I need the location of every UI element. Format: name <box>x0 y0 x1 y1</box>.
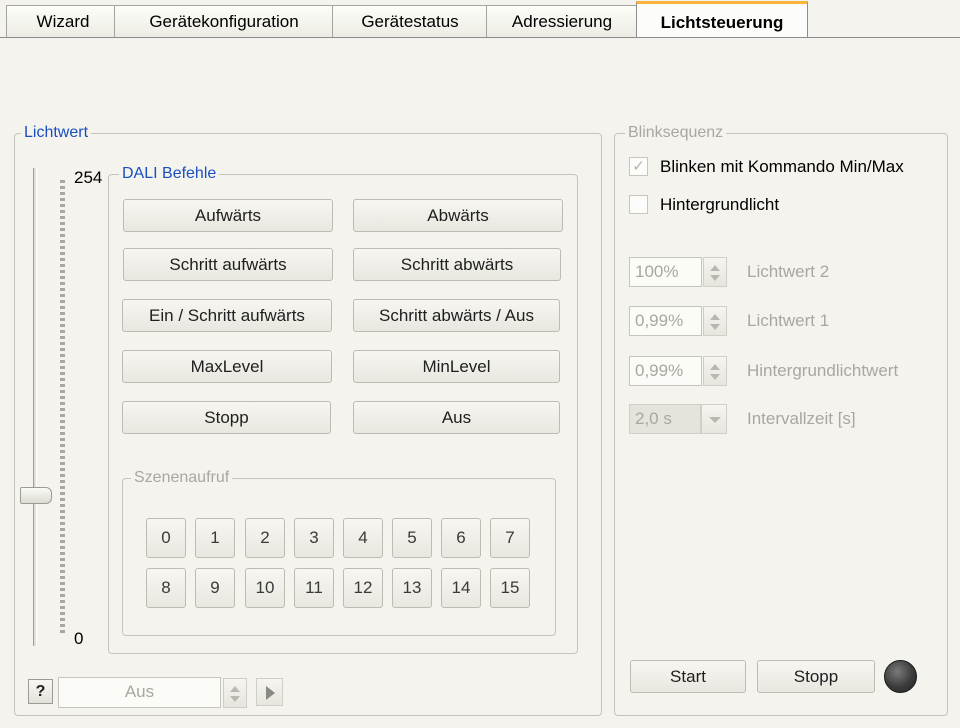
schritt-abwaerts-button[interactable]: Schritt abwärts <box>353 248 561 281</box>
status-led <box>884 660 917 693</box>
szenenaufruf-legend: Szenenaufruf <box>131 468 233 488</box>
hintergrundlichtwert-label: Hintergrundlichtwert <box>747 361 899 380</box>
scene-12-button[interactable]: 12 <box>343 568 383 608</box>
schritt-aufwaerts-button[interactable]: Schritt aufwärts <box>123 248 333 281</box>
lichtwert-legend: Lichtwert <box>21 123 92 143</box>
tab-geraetekonfiguration[interactable]: Gerätekonfiguration <box>114 5 334 38</box>
abwaerts-button[interactable]: Abwärts <box>353 199 563 232</box>
help-button[interactable]: ? <box>28 679 53 704</box>
tab-geraetestatus[interactable]: Gerätestatus <box>332 5 488 38</box>
lichtwert1-spin[interactable] <box>703 306 727 336</box>
dali-befehle-legend: DALI Befehle <box>119 164 220 184</box>
scene-6-button[interactable]: 6 <box>441 518 481 558</box>
stopp-button[interactable]: Stopp <box>122 401 331 434</box>
scene-7-button[interactable]: 7 <box>490 518 530 558</box>
hintergrundlichtwert-field[interactable]: 0,99% <box>629 356 702 386</box>
ein-schritt-aufwaerts-button[interactable]: Ein / Schritt aufwärts <box>122 299 332 332</box>
intervallzeit-select[interactable]: 2,0 s <box>629 404 701 434</box>
blinken-checkbox[interactable]: ✓ <box>629 157 648 176</box>
spin-down-icon <box>710 275 720 281</box>
aufwaerts-button[interactable]: Aufwärts <box>123 199 333 232</box>
intervallzeit-label: Intervallzeit [s] <box>747 409 856 428</box>
hintergrundlicht-label: Hintergrundlicht <box>660 195 780 214</box>
start-button[interactable]: Start <box>630 660 746 693</box>
spin-down-icon <box>230 696 240 702</box>
spin-up-icon <box>710 364 720 370</box>
lichtwert1-field[interactable]: 0,99% <box>629 306 702 336</box>
slider-min-label: 0 <box>74 629 84 648</box>
lichtwert-slider-thumb[interactable] <box>20 487 52 504</box>
spin-up-icon <box>710 314 720 320</box>
scene-10-button[interactable]: 10 <box>245 568 285 608</box>
lichtwert2-spin[interactable] <box>703 257 727 287</box>
spin-down-icon <box>710 374 720 380</box>
tab-adressierung[interactable]: Adressierung <box>486 5 638 38</box>
scene-2-button[interactable]: 2 <box>245 518 285 558</box>
scene-3-button[interactable]: 3 <box>294 518 334 558</box>
intervallzeit-dropdown-button[interactable] <box>701 404 727 434</box>
scene-13-button[interactable]: 13 <box>392 568 432 608</box>
aus-button[interactable]: Aus <box>353 401 560 434</box>
checkmark-icon: ✓ <box>632 158 645 175</box>
chevron-down-icon <box>709 417 721 423</box>
tab-bar: Wizard Gerätekonfiguration Gerätestatus … <box>0 0 960 38</box>
scene-5-button[interactable]: 5 <box>392 518 432 558</box>
play-icon <box>266 686 275 700</box>
tab-divider <box>0 37 960 38</box>
scene-8-button[interactable]: 8 <box>146 568 186 608</box>
spin-up-icon <box>710 265 720 271</box>
play-button[interactable] <box>256 678 283 706</box>
lichtwert-slider-track[interactable] <box>33 168 37 646</box>
lichtwert2-field[interactable]: 100% <box>629 257 702 287</box>
hintergrundlichtwert-spin[interactable] <box>703 356 727 386</box>
scene-11-button[interactable]: 11 <box>294 568 334 608</box>
scene-9-button[interactable]: 9 <box>195 568 235 608</box>
lichtwert2-label: Lichtwert 2 <box>747 262 830 281</box>
tab-lichtsteuerung[interactable]: Lichtsteuerung <box>636 1 808 38</box>
spin-down-icon <box>710 324 720 330</box>
blinksequenz-legend: Blinksequenz <box>625 123 727 143</box>
scene-1-button[interactable]: 1 <box>195 518 235 558</box>
value-display-field[interactable]: Aus <box>58 677 221 708</box>
tab-wizard[interactable]: Wizard <box>6 5 120 38</box>
slider-max-label: 254 <box>74 168 103 187</box>
scene-15-button[interactable]: 15 <box>490 568 530 608</box>
minlevel-button[interactable]: MinLevel <box>353 350 560 383</box>
blink-stopp-button[interactable]: Stopp <box>757 660 875 693</box>
spin-up-icon <box>230 686 240 692</box>
scene-0-button[interactable]: 0 <box>146 518 186 558</box>
scene-4-button[interactable]: 4 <box>343 518 383 558</box>
slider-ticks <box>60 180 65 636</box>
maxlevel-button[interactable]: MaxLevel <box>122 350 332 383</box>
scene-14-button[interactable]: 14 <box>441 568 481 608</box>
schritt-abwaerts-aus-button[interactable]: Schritt abwärts / Aus <box>353 299 560 332</box>
hintergrundlicht-checkbox[interactable] <box>629 195 648 214</box>
value-spin-button[interactable] <box>223 678 247 708</box>
blinken-label: Blinken mit Kommando Min/Max <box>660 157 904 176</box>
lichtwert1-label: Lichtwert 1 <box>747 311 830 330</box>
